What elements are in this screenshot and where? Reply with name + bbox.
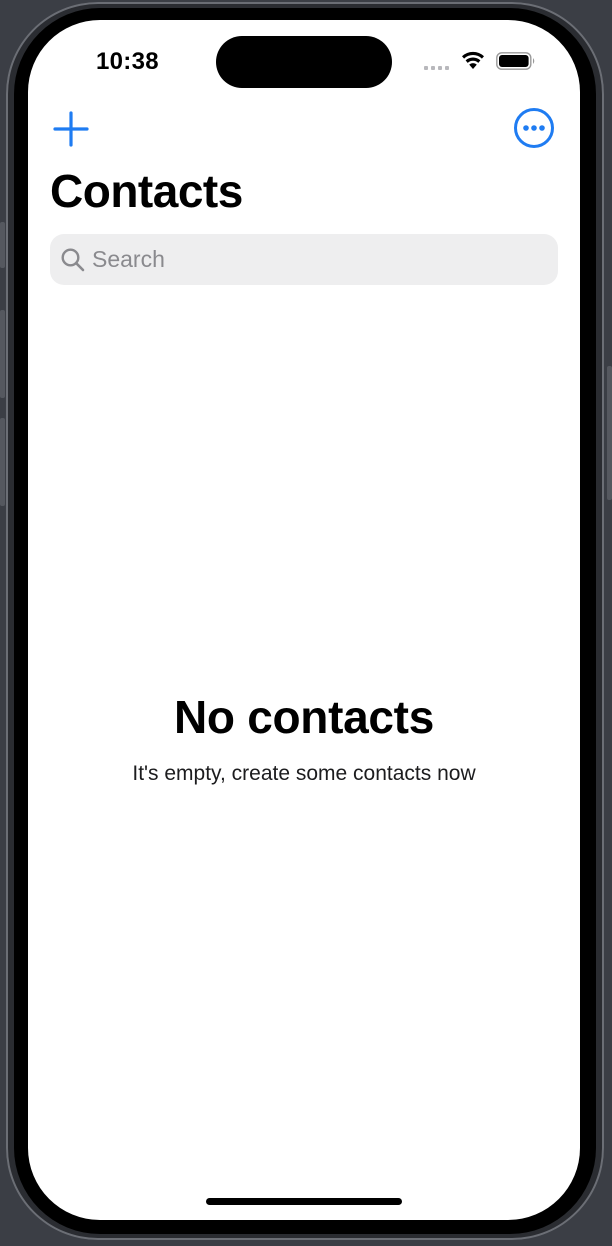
dynamic-island [216,36,392,88]
search-bar[interactable] [50,234,558,285]
app-screen: 10:38 Contacts No [28,20,580,1220]
empty-state: No contacts It's empty, create some cont… [28,690,580,786]
status-time: 10:38 [96,48,159,75]
more-options-button[interactable] [512,106,556,150]
home-indicator[interactable] [206,1198,402,1205]
search-icon [61,247,85,271]
page-title: Contacts [50,165,243,217]
empty-state-title: No contacts [174,691,434,743]
add-contact-button[interactable] [50,108,92,150]
action-button [0,222,5,268]
empty-state-message: It's empty, create some contacts now [132,762,476,785]
battery-icon [496,52,535,70]
volume-up-button [0,310,5,398]
ellipsis-circle-icon [514,108,554,148]
plus-icon [53,111,89,147]
power-button [607,366,612,500]
volume-down-button [0,418,5,506]
cellular-signal-icon [424,66,449,70]
wifi-icon [462,51,484,69]
search-input[interactable] [92,246,532,273]
